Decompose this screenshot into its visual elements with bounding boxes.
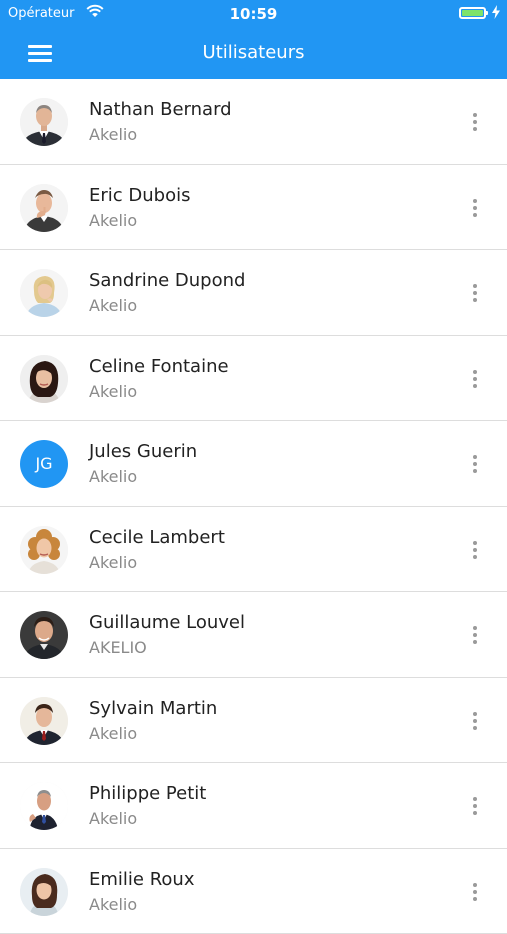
user-name: Nathan Bernard [89,99,232,120]
list-item[interactable]: JG Jules Guerin Akelio [0,421,507,507]
more-options-icon[interactable] [462,879,488,905]
user-name: Celine Fontaine [89,356,229,377]
user-company: Akelio [89,296,137,315]
avatar [20,697,68,745]
user-company: Akelio [89,809,137,828]
avatar [20,868,68,916]
user-list: Nathan BernardAkelioEric DuboisAkelioSan… [0,79,507,934]
more-options-icon[interactable] [462,708,488,734]
avatar [20,782,68,830]
list-item[interactable]: Celine Fontaine Akelio [0,336,507,422]
more-options-icon[interactable] [462,280,488,306]
user-name: Sandrine Dupond [89,270,245,291]
user-company: Akelio [89,895,137,914]
user-company: Akelio [89,382,137,401]
user-name: Guillaume Louvel [89,612,245,633]
avatar [20,526,68,574]
list-item[interactable]: Sandrine Dupond Akelio [0,250,507,336]
user-name: Philippe Petit [89,783,206,804]
list-item[interactable]: Emilie Roux Akelio [0,849,507,934]
user-name: Cecile Lambert [89,527,225,548]
more-options-icon[interactable] [462,451,488,477]
avatar [20,611,68,659]
list-item[interactable]: Eric Dubois Akelio [0,165,507,251]
app-header: Utilisateurs [0,28,507,79]
charging-bolt-icon [492,5,500,19]
list-item[interactable]: Guillaume Louvel AKELIO [0,592,507,678]
user-company: Akelio [89,125,137,144]
avatar [20,98,68,146]
avatar [20,269,68,317]
more-options-icon[interactable] [462,109,488,135]
user-company: Akelio [89,553,137,572]
user-name: Eric Dubois [89,185,190,206]
user-name: Emilie Roux [89,869,194,890]
more-options-icon[interactable] [462,195,488,221]
status-bar: Opérateur 10:59 [0,0,507,28]
user-name: Jules Guerin [89,441,197,462]
user-company: Akelio [89,467,137,486]
more-options-icon[interactable] [462,537,488,563]
avatar-initials: JG [20,440,68,488]
avatar [20,355,68,403]
user-name: Sylvain Martin [89,698,217,719]
user-company: AKELIO [89,638,147,657]
list-item[interactable]: Cecile Lambert Akelio [0,507,507,593]
avatar [20,184,68,232]
user-company: Akelio [89,724,137,743]
list-item[interactable]: Sylvain Martin Akelio [0,678,507,764]
more-options-icon[interactable] [462,793,488,819]
list-item[interactable]: Philippe Petit Akelio [0,763,507,849]
more-options-icon[interactable] [462,622,488,648]
battery-icon [459,7,486,19]
page-title: Utilisateurs [0,42,507,63]
user-company: Akelio [89,211,137,230]
list-item[interactable]: Nathan Bernard Akelio [0,79,507,165]
status-time: 10:59 [0,5,507,23]
more-options-icon[interactable] [462,366,488,392]
